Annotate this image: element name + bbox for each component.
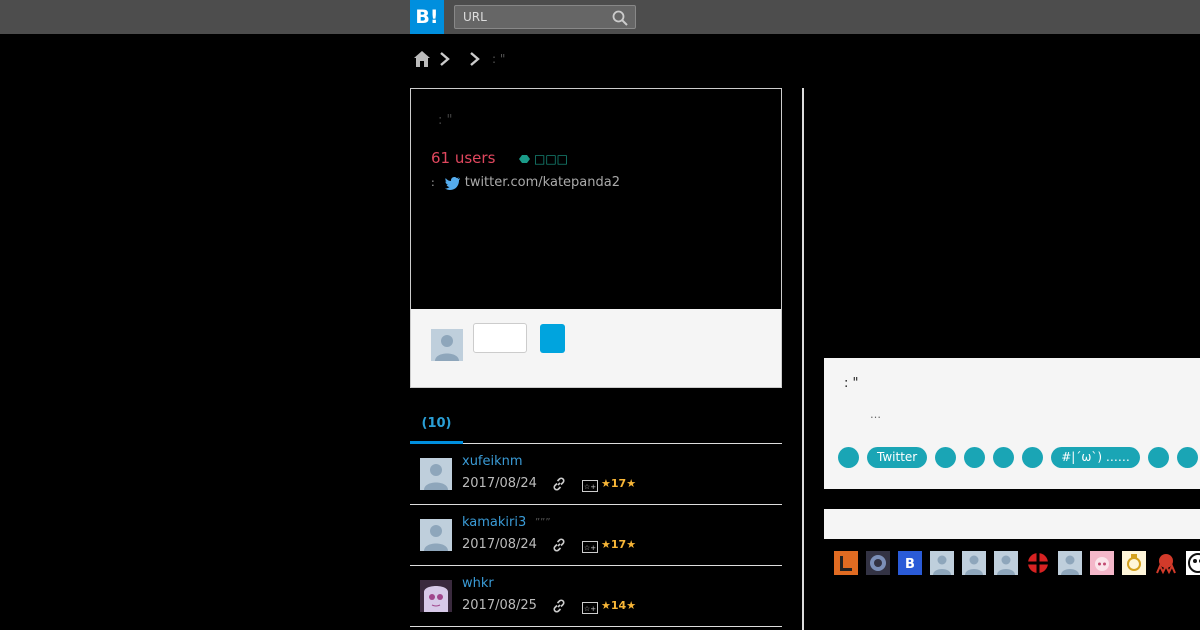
user-avatar-strip: B [834,551,1200,575]
tag[interactable] [993,447,1015,468]
bookmark-date[interactable]: 2017/08/24 [462,476,537,491]
svg-text:B: B [905,557,915,572]
user-avatar [431,329,463,361]
user-avatar[interactable] [834,551,858,575]
bookmark-username[interactable]: whkr [462,576,494,591]
bookmark-row: whkr 2017/08/25 ☆+ ★14★ [410,566,782,627]
tag[interactable]: #|´ω`) …… [1051,447,1140,468]
breadcrumb: : " [412,48,505,70]
add-star-icon[interactable]: ☆+ [582,480,598,492]
bookmark-username[interactable]: xufeiknm [462,454,523,469]
search-icon[interactable] [612,10,628,26]
tag[interactable] [1176,447,1198,468]
user-avatar[interactable]: B [898,551,922,575]
source-link[interactable]: twitter.com/katepanda2 [465,175,620,190]
tag[interactable] [838,447,859,468]
user-avatar[interactable] [420,458,452,490]
bookmark-tabs: (10) [410,408,782,444]
hatena-logo[interactable]: B! [410,0,444,34]
link-icon[interactable] [552,477,566,491]
column-divider [802,88,804,630]
bookmark-date[interactable]: 2017/08/25 [462,598,537,613]
related-desc: … [870,408,881,421]
users-count[interactable]: 61 users [431,149,495,167]
entry-source: : twitter.com/katepanda2 [431,175,620,190]
user-avatar[interactable] [1090,551,1114,575]
bookmark-date[interactable]: 2017/08/24 [462,537,537,552]
user-avatar[interactable] [1122,551,1146,575]
user-avatar[interactable] [962,551,986,575]
comment-input[interactable] [473,323,527,353]
link-icon[interactable] [552,599,566,613]
user-avatar[interactable] [420,580,452,612]
add-bookmark-button[interactable] [540,324,565,353]
user-avatar[interactable] [1186,551,1200,575]
search-input[interactable] [455,6,605,28]
svg-text:☆+: ☆+ [584,544,596,552]
user-avatar[interactable] [994,551,1018,575]
link-icon[interactable] [552,538,566,552]
tag[interactable] [1147,447,1169,468]
top-bar: B! [0,0,1200,34]
category-icon [519,155,530,163]
bookmark-form [411,309,781,387]
users-panel-header [824,509,1200,539]
entry-card: : " 61 users □□□ : twitter.com/katepanda… [410,88,782,388]
chevron-right-icon [440,52,450,66]
category-link[interactable]: □□□ [518,152,568,166]
home-icon[interactable] [412,49,432,69]
bookmark-comment: ””” [535,517,551,528]
entry-title[interactable]: : " [438,113,453,128]
star-count[interactable]: ★14★ [601,599,636,612]
user-avatar[interactable] [1154,551,1178,575]
star-count[interactable]: ★17★ [601,477,636,490]
tag[interactable] [1022,447,1044,468]
tag[interactable] [964,447,986,468]
tag-list: Twitter #|´ω`) …… [838,447,1198,468]
user-avatar[interactable] [1026,551,1050,575]
add-star-icon[interactable]: ☆+ [582,602,598,614]
user-avatar[interactable] [420,519,452,551]
user-avatar[interactable] [1058,551,1082,575]
user-avatar[interactable] [866,551,890,575]
tab-bookmarks[interactable]: (10) [410,408,463,444]
svg-text:☆+: ☆+ [584,483,596,491]
related-panel: : " … Twitter #|´ω`) …… [824,358,1200,489]
bookmark-username[interactable]: kamakiri3 [462,515,526,530]
bookmark-row: xufeiknm 2017/08/24 ☆+ ★17★ [410,444,782,505]
add-star-icon[interactable]: ☆+ [582,541,598,553]
svg-text:☆+: ☆+ [584,605,596,613]
twitter-bird-icon [444,176,460,190]
source-separator: : [431,176,435,189]
chevron-right-icon [470,52,480,66]
tag[interactable] [935,447,957,468]
category-label: □□□ [534,152,569,166]
tag[interactable]: Twitter [867,447,928,468]
search-box [454,5,636,29]
bookmark-row: kamakiri3 ””” 2017/08/24 ☆+ ★17★ [410,505,782,566]
star-count[interactable]: ★17★ [601,538,636,551]
related-title[interactable]: : " [844,376,859,391]
user-avatar[interactable] [930,551,954,575]
breadcrumb-current: : " [492,52,506,66]
